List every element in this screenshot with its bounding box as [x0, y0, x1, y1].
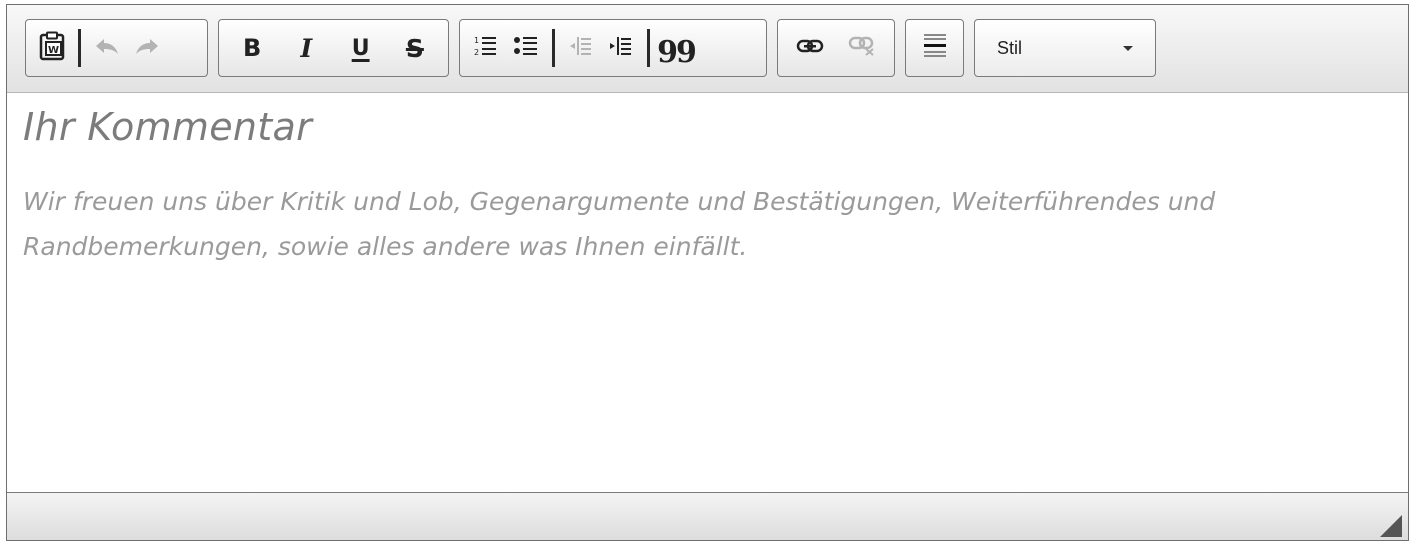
redo-icon [134, 36, 160, 60]
toolbar-separator [552, 29, 555, 67]
numbered-list-icon: 1 2 [474, 35, 498, 61]
editor-toolbar: W B I U S 1 2 99 Stil [7, 5, 1408, 93]
undo-button[interactable] [87, 26, 127, 70]
undo-icon [94, 36, 120, 60]
resize-handle-icon[interactable] [1380, 515, 1402, 537]
link-group [777, 19, 895, 77]
link-button[interactable] [790, 26, 830, 70]
numbered-list-button[interactable]: 1 2 [466, 26, 506, 70]
svg-text:1: 1 [474, 36, 479, 45]
bulleted-list-icon [513, 35, 539, 61]
style-select[interactable]: Stil [974, 19, 1156, 77]
bulleted-list-button[interactable] [506, 26, 546, 70]
unlink-button[interactable] [842, 26, 882, 70]
editor-heading: Ihr Kommentar [23, 105, 313, 149]
indent-icon [609, 35, 633, 61]
strikethrough-label: S [405, 33, 424, 63]
svg-text:W: W [48, 45, 59, 56]
blockquote-button[interactable]: 99 [656, 26, 697, 70]
insert-group [905, 19, 964, 77]
decrease-indent-button[interactable] [561, 26, 601, 70]
comment-editor: W B I U S 1 2 99 Stil Ihr Kommentar Wir … [6, 4, 1409, 541]
svg-text:2: 2 [474, 48, 479, 57]
horizontal-rule-button[interactable] [915, 26, 955, 70]
chevron-down-icon [1123, 45, 1133, 51]
horizontal-rule-icon [923, 33, 947, 63]
blockquote-icon: 99 [657, 35, 697, 70]
bold-label: B [242, 34, 262, 62]
clipboard-group: W [25, 19, 208, 77]
toolbar-separator [647, 29, 650, 67]
bold-button[interactable]: B [232, 26, 272, 70]
increase-indent-button[interactable] [601, 26, 641, 70]
redo-button[interactable] [127, 26, 167, 70]
paste-from-word-button[interactable]: W [32, 26, 72, 70]
italic-button[interactable]: I [286, 26, 326, 70]
paste-word-icon: W [39, 31, 65, 65]
link-icon [796, 38, 824, 58]
outdent-icon [569, 35, 593, 61]
formatting-group: B I U S [218, 19, 449, 77]
unlink-icon [848, 36, 876, 60]
italic-label: I [300, 33, 313, 63]
style-select-label: Stil [997, 37, 1023, 58]
editor-content[interactable]: Ihr Kommentar Wir freuen uns über Kritik… [7, 93, 1408, 491]
editor-placeholder: Wir freuen uns über Kritik und Lob, Gege… [23, 186, 1216, 261]
paragraph-group: 1 2 99 [459, 19, 767, 77]
strikethrough-button[interactable]: S [395, 26, 435, 70]
toolbar-separator [78, 29, 81, 67]
underline-button[interactable]: U [341, 26, 381, 70]
editor-statusbar [7, 492, 1408, 540]
underline-label: U [351, 35, 370, 61]
